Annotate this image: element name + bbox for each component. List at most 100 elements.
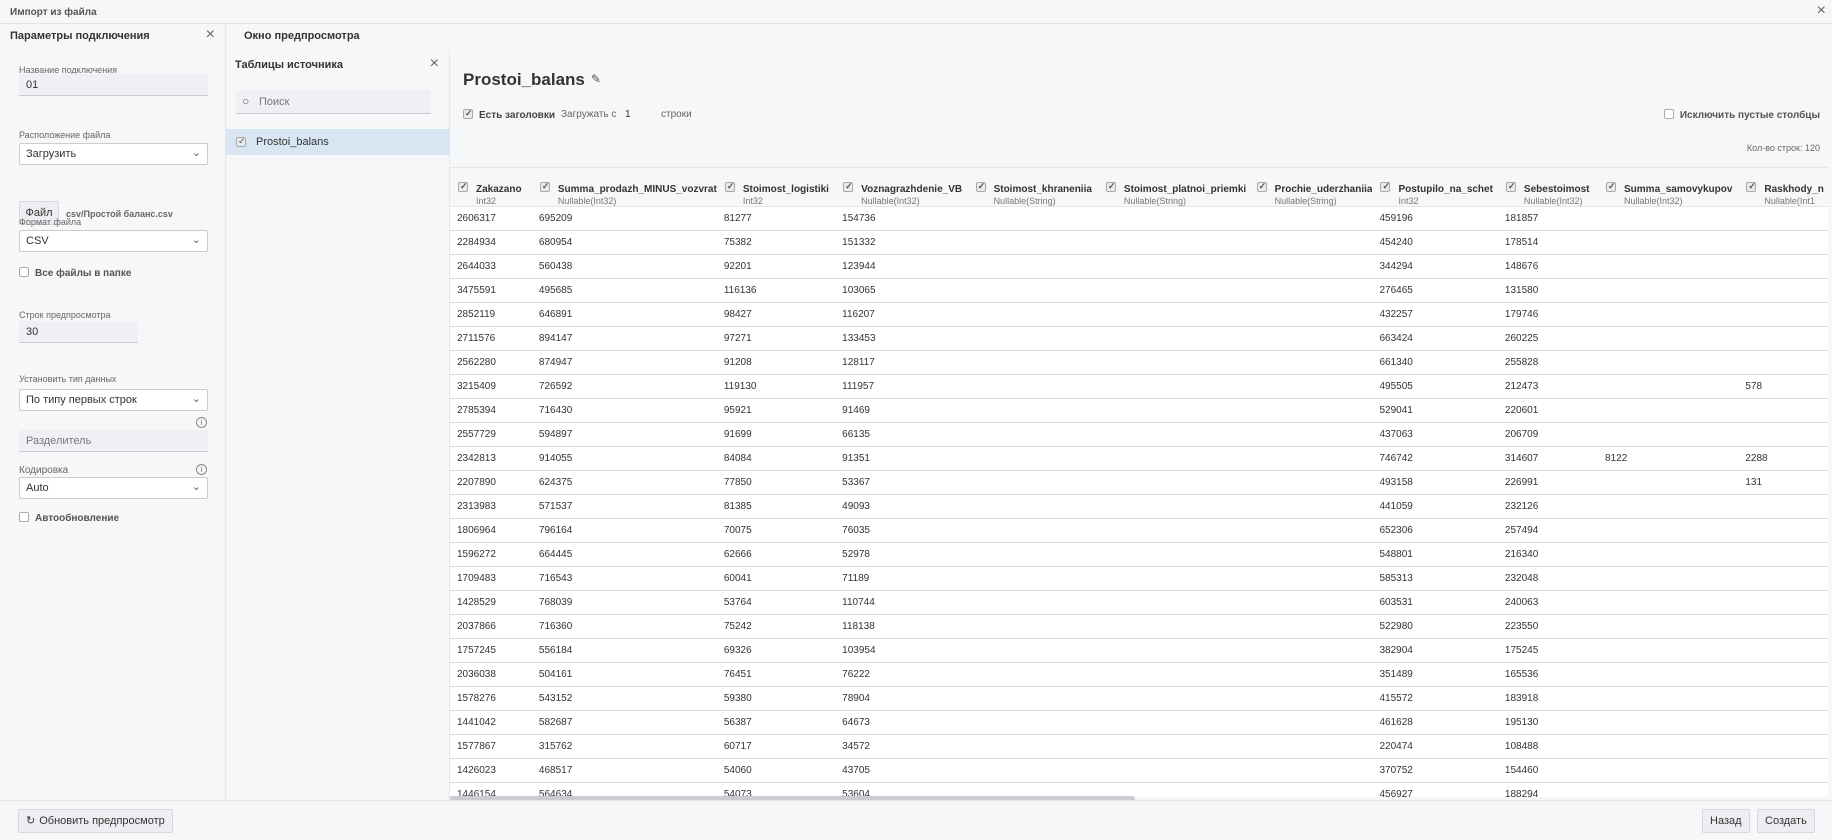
table-cell	[1097, 590, 1249, 615]
table-cell	[1598, 686, 1739, 711]
table-row[interactable]: 2606317 695209 81277 154736 459196 181857	[450, 206, 1828, 231]
close-panel-icon[interactable]: ×	[430, 55, 439, 73]
column-header[interactable]: Summa_samovykupovNullable(Int32)	[1598, 168, 1739, 207]
table-cell: 585313	[1372, 566, 1498, 591]
table-cell: 64673	[835, 710, 968, 735]
separator-input[interactable]: Разделитель	[19, 430, 208, 452]
conn-name-input[interactable]: 01	[19, 74, 208, 96]
table-cell	[1598, 470, 1739, 495]
table-row[interactable]: 3215409 726592 119130 111957 495505 212473 578	[450, 374, 1828, 399]
column-header[interactable]: Stoimost_platnoi_priemkiNullable(String)	[1097, 168, 1249, 207]
exclude-empty-checkbox[interactable]: Исключить пустые столбцы	[1663, 109, 1820, 121]
table-row[interactable]: 2557729 594897 91699 66135 437063 206709	[450, 422, 1828, 447]
table-row[interactable]: 2562280 874947 91208 128117 661340 255828	[450, 350, 1828, 375]
create-button[interactable]: Создать	[1757, 809, 1815, 833]
table-row[interactable]: 2284934 680954 75382 151332 454240 178514	[450, 230, 1828, 255]
preview-rows-input[interactable]: 30	[19, 321, 138, 343]
table-cell	[1738, 710, 1828, 735]
table-cell: 796164	[531, 518, 717, 543]
column-header[interactable]: Raskhody_nNullable(Int1	[1738, 168, 1828, 207]
table-cell	[967, 734, 1098, 759]
search-icon: ○	[242, 94, 250, 108]
headers-checkbox[interactable]: Есть заголовки	[463, 108, 555, 121]
info-icon[interactable]: i	[196, 417, 207, 428]
panel-title: Параметры подключения	[10, 30, 150, 42]
table-cell: 493158	[1372, 470, 1498, 495]
checkbox-icon[interactable]	[1105, 181, 1116, 192]
column-header[interactable]: Voznagrazhdenie_VBNullable(Int32)	[835, 168, 968, 207]
table-row[interactable]: 2785394 716430 95921 91469 529041 220601	[450, 398, 1828, 423]
checkbox-icon	[1663, 109, 1674, 119]
table-cell	[1097, 638, 1249, 663]
table-cell	[1598, 398, 1739, 423]
table-row[interactable]: 2852119 646891 98427 116207 432257 179746	[450, 302, 1828, 327]
column-header[interactable]: SebestoimostNullable(Int32)	[1497, 168, 1599, 207]
table-row[interactable]: 2207890 624375 77850 53367 493158 226991 131	[450, 470, 1828, 495]
refresh-preview-button[interactable]: ↻ Обновить предпросмотр	[18, 809, 173, 833]
checkbox-icon[interactable]	[1380, 181, 1391, 192]
table-cell	[1598, 494, 1739, 519]
datatype-select[interactable]: По типу первых строк ⌄	[19, 389, 208, 411]
column-header[interactable]: Summa_prodazh_MINUS_vozvratNullable(Int3…	[531, 168, 717, 207]
table-row[interactable]: 2036038 504161 76451 76222 351489 165536	[450, 662, 1828, 687]
table-row[interactable]: 2037866 716360 75242 118138 522980 223550	[450, 614, 1828, 639]
info-icon[interactable]: i	[196, 464, 207, 475]
table-cell	[1248, 278, 1373, 303]
table-row[interactable]: 2711576 894147 97271 133453 663424 260225	[450, 326, 1828, 351]
column-header[interactable]: Prochie_uderzhaniiaNullable(String)	[1248, 168, 1373, 207]
format-select[interactable]: CSV ⌄	[19, 230, 208, 252]
table-row[interactable]: 1441042 582687 56387 64673 461628 195130	[450, 710, 1828, 735]
table-cell	[967, 758, 1098, 783]
autoupdate-checkbox[interactable]: Автообновление	[19, 512, 119, 524]
table-row[interactable]: 1446154 564634 54073 53604 456927 188294	[450, 782, 1828, 797]
table-row[interactable]: 1426023 468517 54060 43705 370752 154460	[450, 758, 1828, 783]
close-window-icon[interactable]: ×	[1817, 3, 1826, 19]
back-button[interactable]: Назад	[1702, 809, 1750, 833]
checkbox-icon[interactable]	[843, 181, 854, 192]
all-files-checkbox[interactable]: Все файлы в папке	[19, 267, 131, 279]
checkbox-icon[interactable]	[1256, 181, 1267, 192]
load-from-input[interactable]: 1	[625, 109, 631, 120]
edit-pencil-icon[interactable]: ✎	[591, 72, 601, 86]
table-row[interactable]: 1806964 796164 70075 76035 652306 257494	[450, 518, 1828, 543]
table-row[interactable]: 2342813 914055 84084 91351 746742 314607 8122 2…	[450, 446, 1828, 471]
table-cell	[1248, 782, 1373, 797]
encoding-select[interactable]: Auto ⌄	[19, 477, 208, 499]
table-cell: 53367	[835, 470, 968, 495]
table-row[interactable]: 3475591 495685 116136 103065 276465 131580	[450, 278, 1828, 303]
table-cell: 1426023	[450, 758, 532, 783]
table-cell	[1738, 422, 1828, 447]
location-select[interactable]: Загрузить ⌄	[19, 143, 208, 165]
table-cell	[1598, 326, 1739, 351]
table-cell: 432257	[1372, 302, 1498, 327]
table-cell: 232126	[1497, 494, 1599, 519]
column-header[interactable]: ZakazanoInt32	[450, 168, 532, 207]
exclude-empty-label: Исключить пустые столбцы	[1679, 110, 1820, 121]
column-header[interactable]: Postupilo_na_schetInt32	[1372, 168, 1498, 207]
table-cell: 2036038	[450, 662, 532, 687]
column-header[interactable]: Stoimost_khraneniiaNullable(String)	[967, 168, 1098, 207]
table-cell: 116136	[716, 278, 836, 303]
data-table-container[interactable]: ZakazanoInt32Summa_prodazh_MINUS_vozvrat…	[450, 167, 1828, 797]
checkbox-icon[interactable]	[236, 136, 246, 147]
table-row[interactable]: 1578276 543152 59380 78904 415572 183918	[450, 686, 1828, 711]
search-input[interactable]: ○ Поиск	[236, 90, 431, 114]
source-table-item[interactable]: Prostoi_balans	[226, 129, 450, 155]
table-row[interactable]: 1709483 716543 60041 71189 585313 232048	[450, 566, 1828, 591]
checkbox-icon[interactable]	[1505, 181, 1516, 192]
table-cell: 84084	[716, 446, 836, 471]
table-row[interactable]: 1596272 664445 62666 52978 548801 216340	[450, 542, 1828, 567]
table-row[interactable]: 2644033 560438 92201 123944 344294 148676	[450, 254, 1828, 279]
column-header[interactable]: Stoimost_logistikiInt32	[716, 168, 836, 207]
table-row[interactable]: 1428529 768039 53764 110744 603531 240063	[450, 590, 1828, 615]
checkbox-icon[interactable]	[539, 181, 550, 192]
close-panel-icon[interactable]: ×	[206, 26, 215, 44]
checkbox-icon[interactable]	[1606, 181, 1617, 192]
checkbox-icon[interactable]	[724, 181, 735, 192]
table-row[interactable]: 2313983 571537 81385 49093 441059 232126	[450, 494, 1828, 519]
table-row[interactable]: 1577867 315762 60717 34572 220474 108488	[450, 734, 1828, 759]
table-row[interactable]: 1757245 556184 69326 103954 382904 175245	[450, 638, 1828, 663]
checkbox-icon[interactable]	[975, 181, 986, 192]
checkbox-icon[interactable]	[458, 181, 468, 192]
checkbox-icon[interactable]	[1746, 181, 1757, 192]
